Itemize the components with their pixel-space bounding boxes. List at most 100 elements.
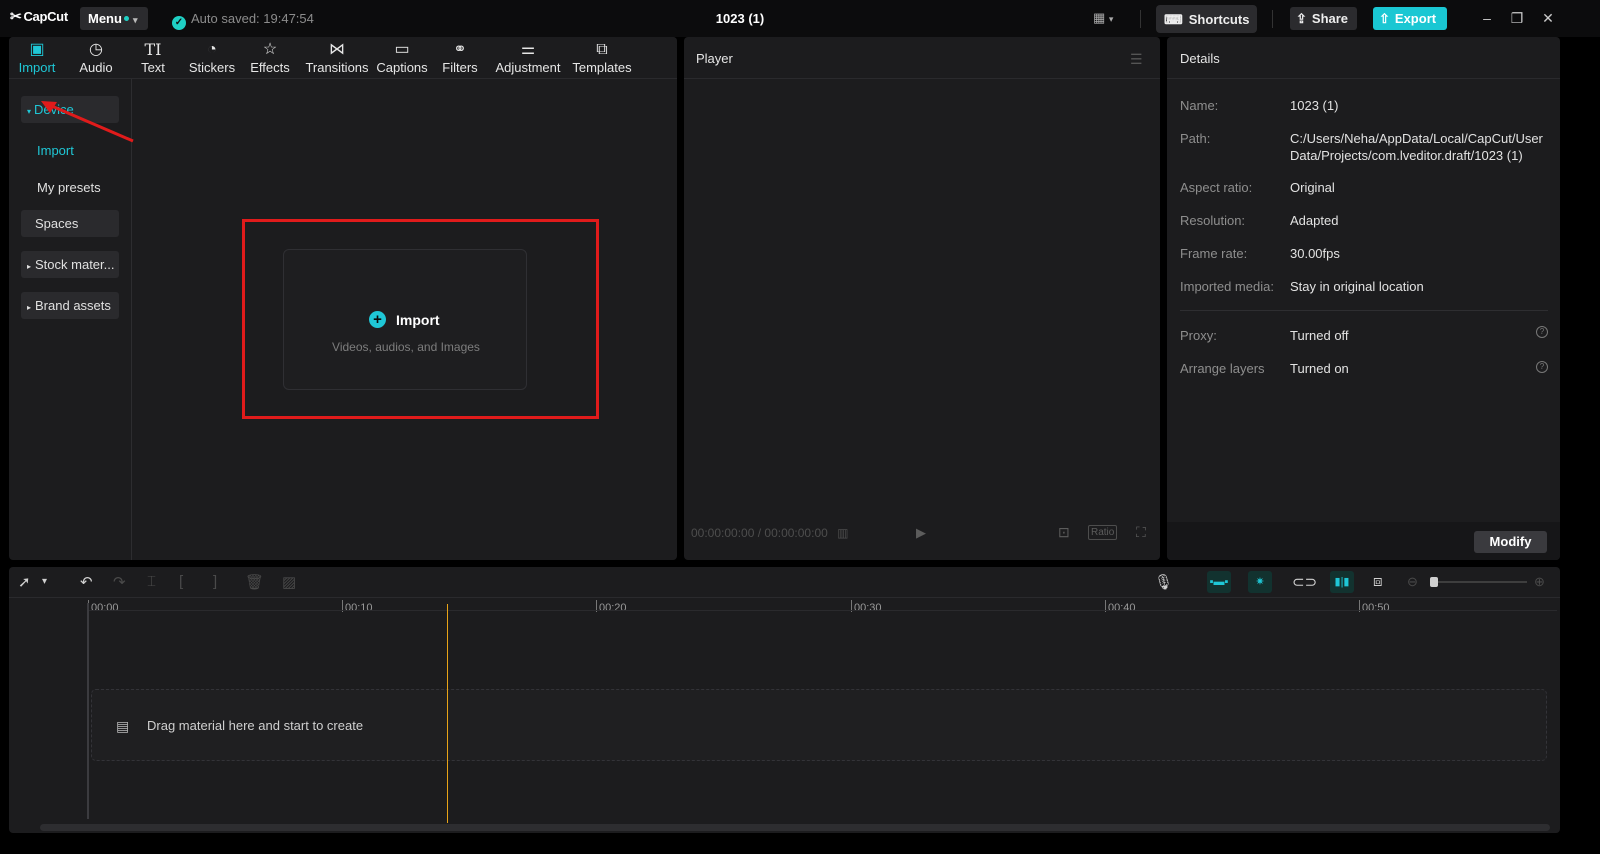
divider (1180, 310, 1548, 311)
zoom-slider-track[interactable] (1435, 581, 1527, 583)
modify-button[interactable]: Modify (1474, 531, 1547, 553)
horizontal-scrollbar[interactable] (40, 824, 1550, 831)
preview-axis-icon[interactable]: ▮|▮ (1330, 571, 1354, 593)
tab-label: Audio (79, 60, 113, 75)
stickers-icon: ◔ (207, 41, 217, 58)
caret-right-icon: ▸ (27, 262, 32, 271)
tab-captions[interactable]: ▭ Captions (374, 40, 430, 78)
detail-value-imported-media: Stay in original location (1290, 279, 1424, 294)
divider (1272, 10, 1273, 28)
select-cursor-icon[interactable]: ➚ (18, 573, 31, 591)
timeline-ruler[interactable] (87, 610, 1557, 611)
share-icon: ⇪ (1296, 11, 1307, 26)
ruler-label: 00:30 (854, 602, 882, 614)
templates-icon: ⧉ (596, 41, 608, 58)
link-icon[interactable]: ⊂⊃ (1292, 573, 1317, 591)
sidebar-item-spaces[interactable]: Spaces (21, 210, 119, 237)
tab-label: Adjustment (495, 60, 561, 75)
app-logo: ✂ CapCut (10, 8, 68, 25)
import-drop-area[interactable]: + Import Videos, audios, and Images (283, 249, 527, 390)
chevron-down-icon[interactable]: ▾ (42, 576, 47, 587)
main-track-magnet-icon[interactable]: ▪▬▪ (1207, 571, 1231, 593)
share-button[interactable]: ⇪ Share (1290, 7, 1357, 30)
tab-templates[interactable]: ⧉ Templates (571, 40, 633, 78)
tab-label: Stickers (188, 60, 236, 75)
film-icon: ▤ (116, 718, 130, 734)
sidebar-item-my-presets[interactable]: My presets (37, 180, 101, 195)
play-icon[interactable]: ▶ (916, 525, 926, 541)
menu-button[interactable]: Menu ▾ (80, 7, 148, 30)
transitions-icon: ⋈ (329, 41, 345, 58)
tab-filters[interactable]: ⚭ Filters (439, 40, 481, 78)
zoom-in-icon[interactable]: ⊕ (1534, 574, 1545, 590)
hamburger-menu-icon[interactable]: ☰ (1130, 51, 1143, 68)
tab-label: Templates (572, 60, 632, 75)
ruler-label: 00:00 (91, 602, 119, 614)
close-icon[interactable]: ✕ (1538, 8, 1558, 28)
tab-import[interactable]: ▣ Import (15, 40, 59, 78)
check-circle-icon: ✓ (172, 16, 186, 30)
details-footer: Modify (1167, 522, 1560, 560)
media-toolbar: ▣ Import ◷ Audio TI Text ◔ Stickers ☆ Effects… (9, 37, 677, 79)
main-track-drop-zone[interactable]: ▤ Drag material here and start to create (91, 689, 1547, 761)
split-icon[interactable]: ⌶ (147, 573, 156, 590)
ruler-label: 00:10 (345, 602, 373, 614)
delete-icon[interactable]: 🗑 (245, 573, 264, 591)
auto-snap-icon[interactable]: ✷ (1248, 571, 1272, 593)
microphone-icon[interactable]: 🎙 (1154, 573, 1173, 591)
sidebar-item-import[interactable]: Import (37, 143, 74, 158)
tab-audio[interactable]: ◷ Audio (75, 40, 117, 78)
export-label: Export (1394, 11, 1437, 26)
redo-icon[interactable]: ↷ (113, 573, 126, 591)
audio-icon: ◷ (89, 41, 103, 58)
undo-icon[interactable]: ↶ (80, 573, 93, 591)
detail-label-frame-rate: Frame rate: (1180, 246, 1248, 261)
minimize-icon[interactable]: – (1477, 8, 1497, 28)
fullscreen-icon[interactable]: ⛶ (1136, 524, 1146, 541)
detail-value-proxy: Turned off (1290, 328, 1349, 343)
sidebar-item-brand-assets[interactable]: ▸ Brand assets (21, 292, 119, 319)
restore-icon[interactable]: ❐ (1507, 8, 1527, 28)
media-panel: ▣ Import ◷ Audio TI Text ◔ Stickers ☆ Effects… (9, 37, 677, 560)
tab-label: Import (18, 60, 56, 75)
detail-label-path: Path: (1180, 131, 1211, 146)
zoom-fit-icon[interactable]: ⧈ (1373, 573, 1383, 590)
detail-value-name: 1023 (1) (1290, 98, 1339, 113)
detail-value-arrange-layers: Turned on (1290, 361, 1349, 376)
project-title[interactable]: 1023 (1) (700, 11, 780, 26)
help-icon[interactable]: ? (1536, 361, 1548, 373)
help-icon[interactable]: ? (1536, 326, 1548, 338)
tab-effects[interactable]: ☆ Effects (248, 40, 292, 78)
split-right-icon[interactable]: ] (213, 573, 217, 590)
fit-frame-icon[interactable]: ⊡ (1058, 524, 1070, 541)
tab-transitions[interactable]: ⋈ Transitions (303, 40, 371, 78)
zoom-out-icon[interactable]: ⊖ (1407, 574, 1418, 590)
share-label: Share (1311, 11, 1349, 26)
chevron-down-icon: ▾ (1108, 14, 1114, 24)
zoom-slider-handle[interactable] (1430, 577, 1438, 587)
tab-text[interactable]: TI Text (136, 40, 170, 78)
adjustment-icon: ⚌ (520, 41, 536, 58)
effects-icon: ☆ (262, 41, 278, 58)
notification-dot (123, 16, 129, 22)
ruler-label: 00:50 (1362, 602, 1390, 614)
ratio-button[interactable]: Ratio (1088, 525, 1118, 540)
split-left-icon[interactable]: [ (179, 573, 183, 590)
export-button[interactable]: ⇧ Export (1373, 7, 1447, 30)
detail-label-resolution: Resolution: (1180, 213, 1246, 228)
detail-label-name: Name: (1180, 98, 1219, 113)
player-header: Player (684, 37, 1160, 79)
ruler-label: 00:40 (1108, 602, 1136, 614)
image-icon[interactable]: ▨ (282, 573, 296, 591)
divider (1140, 10, 1141, 28)
export-icon: ⇧ (1379, 11, 1390, 26)
import-title: Import (396, 312, 440, 328)
layout-icon[interactable]: ▦ ▾ (1093, 10, 1129, 26)
text-icon: TI (144, 40, 162, 59)
chevron-down-icon: ▾ (132, 15, 138, 25)
sidebar-item-stock-material[interactable]: ▸ Stock mater... (21, 251, 119, 278)
tab-adjustment[interactable]: ⚌ Adjustment (493, 40, 563, 78)
playhead[interactable] (447, 604, 448, 823)
shortcuts-button[interactable]: ⌨ Shortcuts (1156, 5, 1257, 33)
tab-stickers[interactable]: ◔ Stickers (187, 40, 237, 78)
